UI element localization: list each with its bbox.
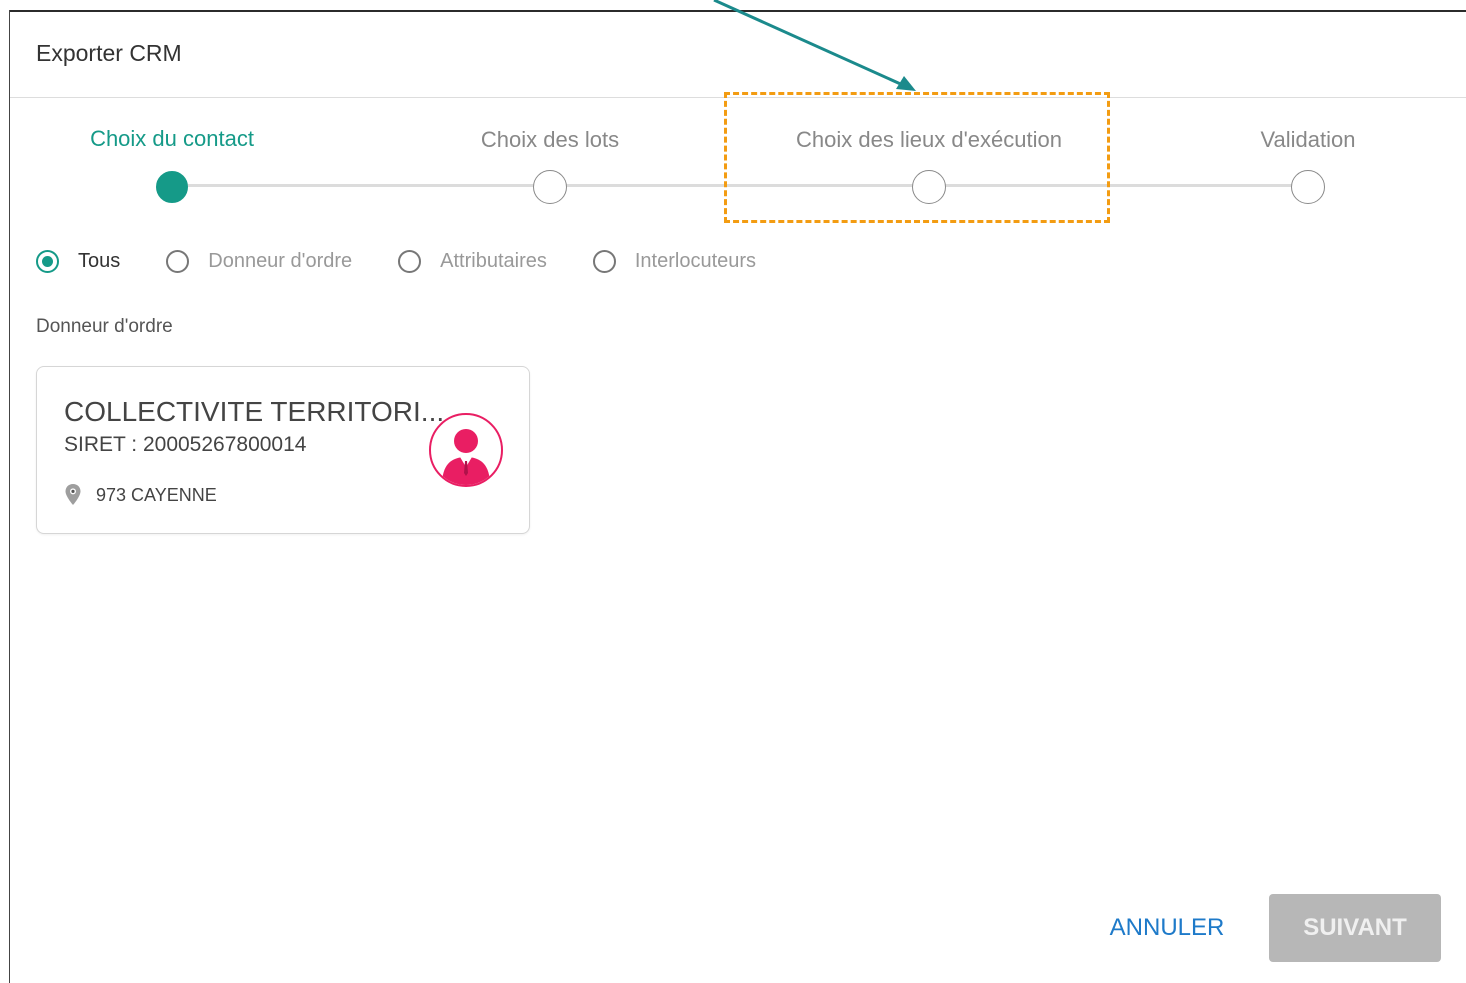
step-label-validation[interactable]: Validation xyxy=(1261,127,1356,153)
step-label-lots[interactable]: Choix des lots xyxy=(481,127,619,153)
radio-label-attributaires: Attributaires xyxy=(440,250,547,272)
card-siret: SIRET : 20005267800014 xyxy=(64,433,307,456)
step-dot-contact[interactable] xyxy=(156,171,188,203)
section-label: Donneur d'ordre xyxy=(36,316,173,337)
radio-interlocuteurs[interactable]: Interlocuteurs xyxy=(592,250,757,273)
location-text: 973 CAYENNE xyxy=(96,484,217,505)
radio-tous[interactable]: Tous xyxy=(36,250,120,273)
radio-attributaires[interactable]: Attributaires xyxy=(398,250,547,273)
cancel-button[interactable]: ANNULER xyxy=(1108,905,1226,951)
next-button[interactable]: SUIVANT xyxy=(1269,894,1441,962)
step-dot-lots[interactable] xyxy=(533,170,567,204)
location-pin-icon xyxy=(65,484,81,505)
radio-unchecked-icon[interactable] xyxy=(166,250,190,273)
radio-label-tous: Tous xyxy=(78,250,121,272)
radio-checked-icon[interactable] xyxy=(36,250,59,273)
radio-donneur-ordre[interactable]: Donneur d'ordre xyxy=(166,250,352,273)
step-label-contact[interactable]: Choix du contact xyxy=(90,126,254,152)
card-location: 973 CAYENNE xyxy=(64,483,217,507)
contact-card[interactable]: COLLECTIVITE TERRITORI... SIRET : 200052… xyxy=(36,366,530,534)
card-name: COLLECTIVITE TERRITORI... xyxy=(64,396,445,427)
person-avatar-icon xyxy=(429,413,503,487)
annotation-arrow-icon xyxy=(713,0,916,91)
radio-label-interlocuteurs: Interlocuteurs xyxy=(634,250,757,272)
radio-unchecked-icon[interactable] xyxy=(398,250,422,273)
step-dot-validation[interactable] xyxy=(1291,170,1325,204)
contact-type-filter: Tous Donneur d'ordre Attributaires Inter… xyxy=(36,250,802,273)
radio-label-donneur-ordre: Donneur d'ordre xyxy=(208,250,353,272)
radio-unchecked-icon[interactable] xyxy=(592,250,616,273)
